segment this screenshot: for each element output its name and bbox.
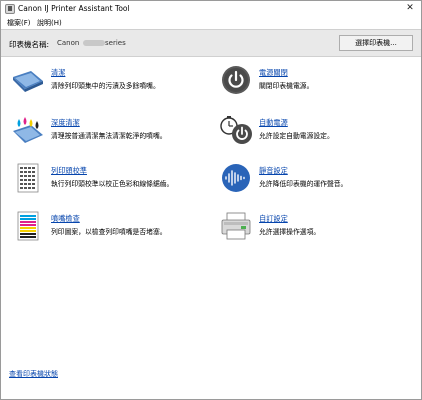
- quiet-setting-desc: 允許降低印表機的運作聲音。: [259, 180, 348, 188]
- print-head-alignment-desc: 執行列印頭校準以校正色彩和線條鋸齒。: [51, 180, 174, 188]
- printer-name-prefix: Canon: [57, 39, 80, 47]
- printer-model-redacted: [83, 40, 105, 46]
- quiet-sound-wave-icon[interactable]: [219, 163, 253, 193]
- alignment-pattern-icon[interactable]: [11, 163, 45, 193]
- feature-cleaning: 清潔 清除列印頭集中的污漬及多餘噴嘴。: [11, 65, 211, 97]
- auto-power-desc: 允許設定自動電源設定。: [259, 132, 334, 140]
- close-button[interactable]: ✕: [403, 2, 417, 15]
- quiet-setting-link[interactable]: 靜音設定: [259, 166, 288, 176]
- select-printer-button[interactable]: 選擇印表機...: [339, 35, 413, 51]
- power-off-desc: 關閉印表機電源。: [259, 82, 314, 90]
- auto-power-link[interactable]: 自動電源: [259, 118, 288, 128]
- title-bar: Canon IJ Printer Assistant Tool ✕: [1, 1, 421, 17]
- view-printer-status-link[interactable]: 查看印表機狀態: [9, 369, 58, 379]
- cleaning-link[interactable]: 清潔: [51, 68, 65, 78]
- nozzle-check-desc: 列印圖案，以檢查列印噴嘴是否堵塞。: [51, 228, 167, 236]
- nozzle-check-link[interactable]: 噴嘴檢查: [51, 214, 80, 224]
- print-head-alignment-link[interactable]: 列印頭校準: [51, 166, 87, 176]
- printer-app-icon: [5, 4, 15, 14]
- deep-cleaning-icon[interactable]: [11, 115, 45, 145]
- feature-nozzle-check: 噴嘴檢查 列印圖案，以檢查列印噴嘴是否堵塞。: [11, 211, 211, 243]
- power-icon[interactable]: [219, 65, 253, 95]
- power-off-link[interactable]: 電源關閉: [259, 68, 288, 78]
- printer-name-label: 印表機名稱:: [9, 40, 50, 49]
- feature-quiet-setting: 靜音設定 允許降低印表機的運作聲音。: [219, 163, 419, 195]
- feature-custom-settings: 自訂設定 允許選擇操作選項。: [219, 211, 419, 243]
- printer-name-suffix: series: [105, 39, 126, 47]
- menu-help[interactable]: 說明(H): [37, 18, 62, 28]
- nozzle-check-pattern-icon[interactable]: [11, 211, 45, 241]
- window-title: Canon IJ Printer Assistant Tool: [18, 4, 130, 13]
- cleaning-icon[interactable]: [11, 65, 45, 95]
- printer-selection-bar: 印表機名稱: Canon series 選擇印表機...: [1, 29, 421, 57]
- menu-bar: 檔案(F) 說明(H): [1, 17, 421, 29]
- custom-settings-desc: 允許選擇操作選項。: [259, 228, 321, 236]
- feature-power-off: 電源關閉 關閉印表機電源。: [219, 65, 419, 97]
- feature-print-head-alignment: 列印頭校準 執行列印頭校準以校正色彩和線條鋸齒。: [11, 163, 211, 195]
- deep-cleaning-desc: 清理按普通清潔無法清潔乾淨的噴嘴。: [51, 132, 167, 140]
- cleaning-desc: 清除列印頭集中的污漬及多餘噴嘴。: [51, 82, 160, 90]
- feature-deep-cleaning: 深度清潔 清理按普通清潔無法清潔乾淨的噴嘴。: [11, 115, 211, 147]
- custom-settings-link[interactable]: 自訂設定: [259, 214, 288, 224]
- feature-auto-power: 自動電源 允許設定自動電源設定。: [219, 115, 419, 147]
- deep-cleaning-link[interactable]: 深度清潔: [51, 118, 80, 128]
- menu-file[interactable]: 檔案(F): [7, 18, 31, 28]
- auto-power-timer-icon[interactable]: [219, 115, 253, 145]
- printer-settings-icon[interactable]: [219, 211, 253, 241]
- app-window: Canon IJ Printer Assistant Tool ✕ 檔案(F) …: [0, 0, 422, 400]
